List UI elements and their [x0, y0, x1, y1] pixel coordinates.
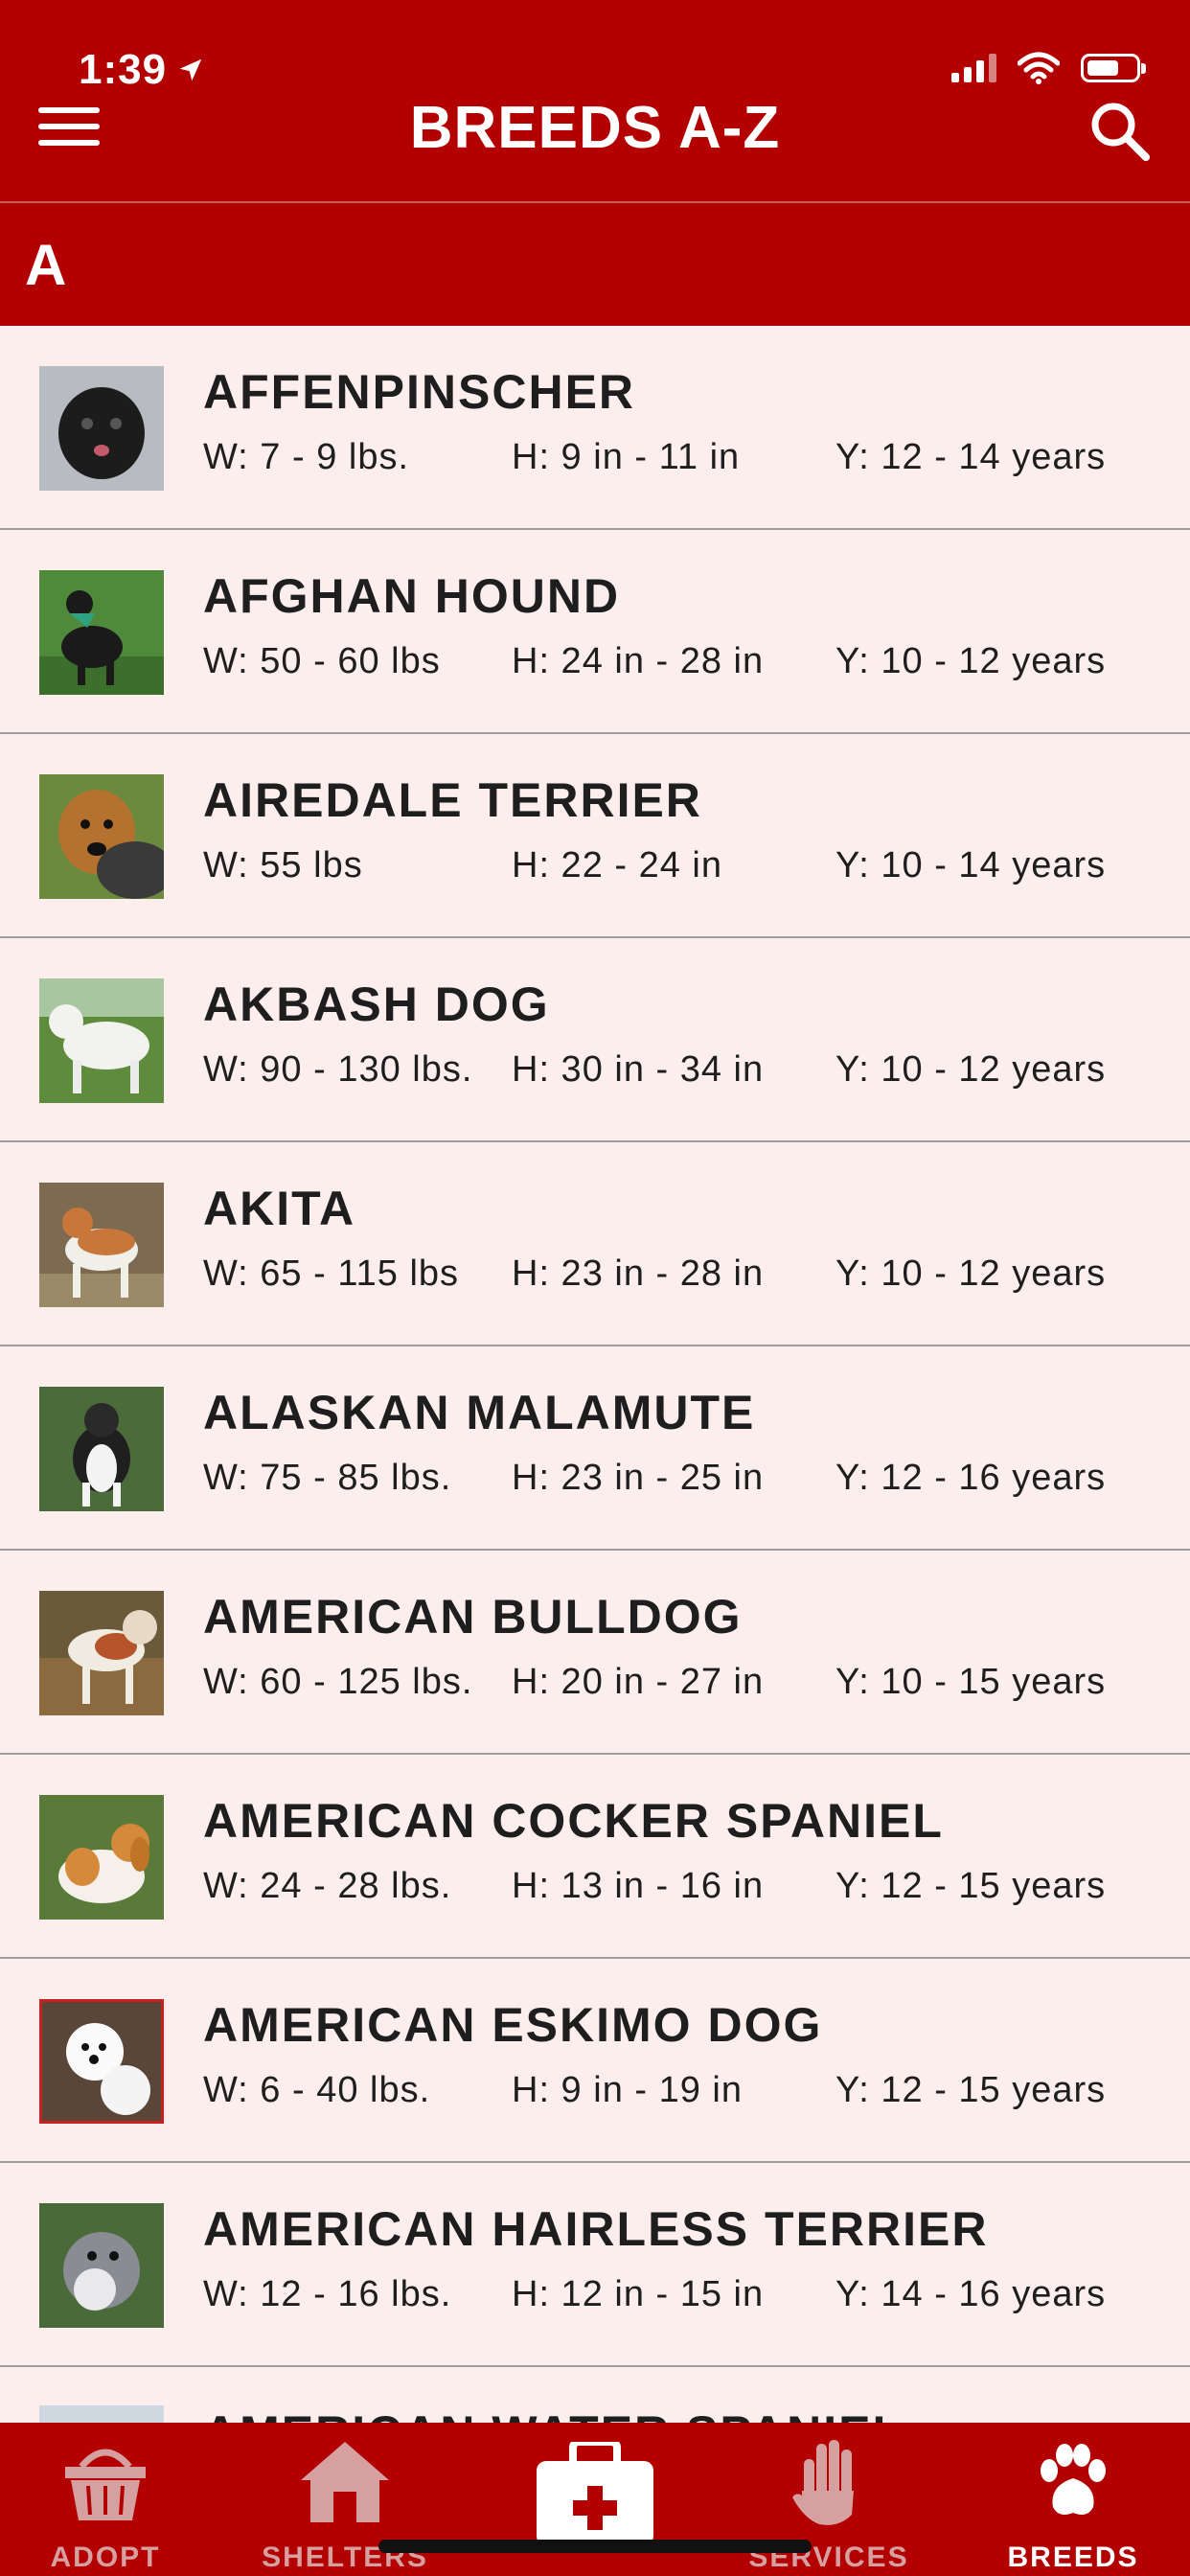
breed-list[interactable]: AFFENPINSCHER W: 7 - 9 lbs. H: 9 in - 11…: [0, 326, 1190, 2460]
breed-height: H: 23 in - 25 in: [512, 1458, 765, 1498]
page-title: BREEDS A-Z: [409, 95, 781, 161]
breed-row[interactable]: ALASKAN MALAMUTE W: 75 - 85 lbs. H: 23 i…: [0, 1346, 1190, 1551]
breed-row[interactable]: AKBASH DOG W: 90 - 130 lbs. H: 30 in - 3…: [0, 938, 1190, 1142]
tab-label: BREEDS: [1007, 2542, 1139, 2573]
house-icon: [301, 2442, 389, 2522]
breed-weight: W: 60 - 125 lbs.: [203, 1662, 473, 1702]
breed-row[interactable]: AMERICAN ESKIMO DOG W: 6 - 40 lbs. H: 9 …: [0, 1959, 1190, 2163]
breed-thumbnail: [39, 978, 164, 1103]
breed-row[interactable]: AMERICAN BULLDOG W: 60 - 125 lbs. H: 20 …: [0, 1551, 1190, 1755]
home-indicator[interactable]: [378, 2540, 812, 2553]
breed-name: AFFENPINSCHER: [203, 365, 636, 419]
breed-lifespan: Y: 12 - 14 years: [835, 437, 1107, 477]
breed-weight: W: 12 - 16 lbs.: [203, 2274, 452, 2314]
search-icon: [1091, 103, 1150, 161]
breed-lifespan: Y: 12 - 15 years: [835, 2070, 1107, 2110]
breed-thumbnail: [39, 1999, 164, 2124]
breed-row[interactable]: AKITA W: 65 - 115 lbs H: 23 in - 28 in Y…: [0, 1142, 1190, 1346]
breed-height: H: 30 in - 34 in: [512, 1049, 765, 1090]
breed-name: AIREDALE TERRIER: [203, 773, 702, 827]
breed-row[interactable]: AFFENPINSCHER W: 7 - 9 lbs. H: 9 in - 11…: [0, 326, 1190, 530]
breed-lifespan: Y: 10 - 15 years: [835, 1662, 1107, 1702]
breed-lifespan: Y: 10 - 12 years: [835, 641, 1107, 681]
first-aid-kit-icon: [537, 2442, 653, 2545]
tab-bar: ADOPT SHELTERS SERVICES BREEDS: [0, 2423, 1190, 2576]
hand-icon: [792, 2440, 854, 2525]
breed-height: H: 20 in - 27 in: [512, 1662, 765, 1702]
breed-thumbnail: [39, 1387, 164, 1511]
breed-row[interactable]: AIREDALE TERRIER W: 55 lbs H: 22 - 24 in…: [0, 734, 1190, 938]
breed-weight: W: 6 - 40 lbs.: [203, 2070, 431, 2110]
wifi-icon: [1018, 52, 1060, 84]
breed-row[interactable]: AMERICAN HAIRLESS TERRIER W: 12 - 16 lbs…: [0, 2163, 1190, 2367]
breed-row[interactable]: AFGHAN HOUND W: 50 - 60 lbs H: 24 in - 2…: [0, 530, 1190, 734]
breed-weight: W: 75 - 85 lbs.: [203, 1458, 452, 1498]
section-letter: A: [25, 233, 67, 297]
breed-name: AFGHAN HOUND: [203, 569, 621, 623]
breed-height: H: 13 in - 16 in: [512, 1866, 765, 1906]
breed-lifespan: Y: 14 - 16 years: [835, 2274, 1107, 2314]
breed-weight: W: 65 - 115 lbs: [203, 1254, 460, 1294]
breed-thumbnail: [39, 774, 164, 899]
breed-thumbnail: [39, 2405, 164, 2425]
breed-lifespan: Y: 12 - 16 years: [835, 1458, 1107, 1498]
breed-name: AMERICAN HAIRLESS TERRIER: [203, 2202, 989, 2256]
breed-row[interactable]: AMERICAN WATER SPANIEL: [0, 2367, 1190, 2460]
status-time: 1:39: [79, 46, 205, 94]
breed-name: AKITA: [203, 1182, 356, 1235]
breed-height: H: 24 in - 28 in: [512, 641, 765, 681]
breed-name: ALASKAN MALAMUTE: [203, 1386, 756, 1439]
tab-label: ADOPT: [50, 2542, 161, 2573]
breed-lifespan: Y: 12 - 15 years: [835, 1866, 1107, 1906]
breed-weight: W: 7 - 9 lbs.: [203, 437, 410, 477]
breed-weight: W: 50 - 60 lbs: [203, 641, 441, 681]
breed-name: AMERICAN COCKER SPANIEL: [203, 1794, 944, 1848]
breed-height: H: 9 in - 19 in: [512, 2070, 743, 2110]
status-indicators: [951, 52, 1146, 84]
breed-lifespan: Y: 10 - 12 years: [835, 1254, 1107, 1294]
cellular-signal-icon: [951, 54, 996, 82]
breed-thumbnail: [39, 366, 164, 491]
battery-icon: [1081, 54, 1146, 82]
breed-name: AMERICAN BULLDOG: [203, 1590, 743, 1644]
breed-thumbnail: [39, 1183, 164, 1307]
app-header: 1:39 BREEDS A-Z: [0, 0, 1190, 201]
breed-lifespan: Y: 10 - 14 years: [835, 845, 1107, 886]
breed-height: H: 22 - 24 in: [512, 845, 722, 886]
breed-weight: W: 24 - 28 lbs.: [203, 1866, 452, 1906]
search-button[interactable]: [1088, 100, 1152, 163]
breed-name: AMERICAN ESKIMO DOG: [203, 1998, 823, 2052]
breed-thumbnail: [39, 2203, 164, 2328]
basket-icon: [65, 2449, 146, 2520]
tab-breeds[interactable]: BREEDS: [977, 2423, 1169, 2576]
breed-weight: W: 90 - 130 lbs.: [203, 1049, 473, 1090]
breed-weight: W: 55 lbs: [203, 845, 363, 886]
paw-icon: [1041, 2444, 1106, 2515]
breed-height: H: 12 in - 15 in: [512, 2274, 765, 2314]
breed-lifespan: Y: 10 - 12 years: [835, 1049, 1107, 1090]
location-arrow-icon: [179, 58, 202, 81]
breed-thumbnail: [39, 1591, 164, 1715]
tab-first-aid[interactable]: [509, 2423, 681, 2576]
breed-height: H: 9 in - 11 in: [512, 437, 741, 477]
tab-adopt[interactable]: ADOPT: [10, 2423, 201, 2576]
section-header: A: [0, 201, 1190, 326]
tab-shelters[interactable]: SHELTERS: [240, 2423, 450, 2576]
breed-row[interactable]: AMERICAN COCKER SPANIEL W: 24 - 28 lbs. …: [0, 1755, 1190, 1959]
status-time-text: 1:39: [79, 46, 168, 93]
breed-thumbnail: [39, 570, 164, 695]
tab-services[interactable]: SERVICES: [728, 2423, 929, 2576]
breed-height: H: 23 in - 28 in: [512, 1254, 765, 1294]
breed-thumbnail: [39, 1795, 164, 1920]
breed-name: AKBASH DOG: [203, 978, 550, 1031]
